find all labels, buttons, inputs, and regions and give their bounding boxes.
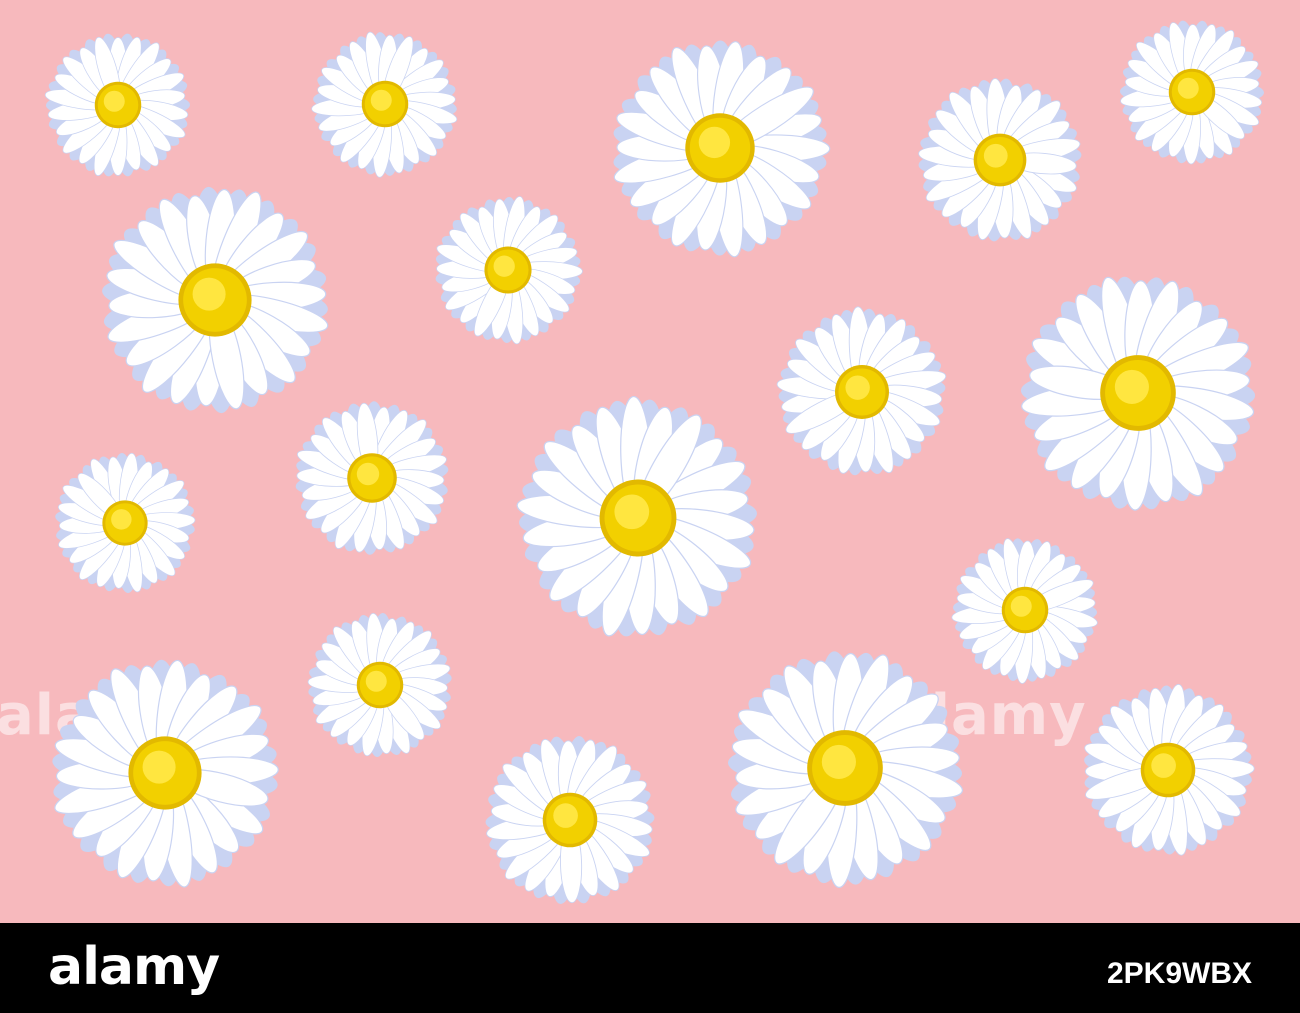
daisy-flower — [1016, 271, 1260, 515]
daisy-flower — [1117, 17, 1267, 167]
daisy-flower — [1080, 682, 1256, 858]
daisy-pattern-image: alamy alamy — [0, 0, 1300, 923]
daisy-flower — [52, 450, 198, 596]
daisy-flower — [43, 30, 193, 180]
daisy-flower — [305, 610, 455, 760]
daisy-flower — [775, 305, 949, 479]
daisy-flower — [482, 732, 658, 908]
daisy-flower — [915, 75, 1085, 245]
daisy-flower — [310, 29, 460, 179]
daisy-flower — [950, 535, 1100, 685]
stock-image-page: alamy alamy alamy 2PK9WBX — [0, 0, 1300, 1013]
daisy-flower — [608, 36, 832, 260]
daisy-flower — [514, 394, 762, 642]
daisy-flower — [47, 655, 283, 891]
daisy-flower — [292, 398, 452, 558]
daisy-flower — [97, 182, 333, 418]
alamy-logo: alamy — [48, 937, 220, 997]
daisy-flower — [723, 646, 967, 890]
image-code: 2PK9WBX — [1106, 957, 1252, 990]
footer-bar: alamy 2PK9WBX — [0, 923, 1300, 1013]
daisy-flower — [432, 194, 584, 346]
